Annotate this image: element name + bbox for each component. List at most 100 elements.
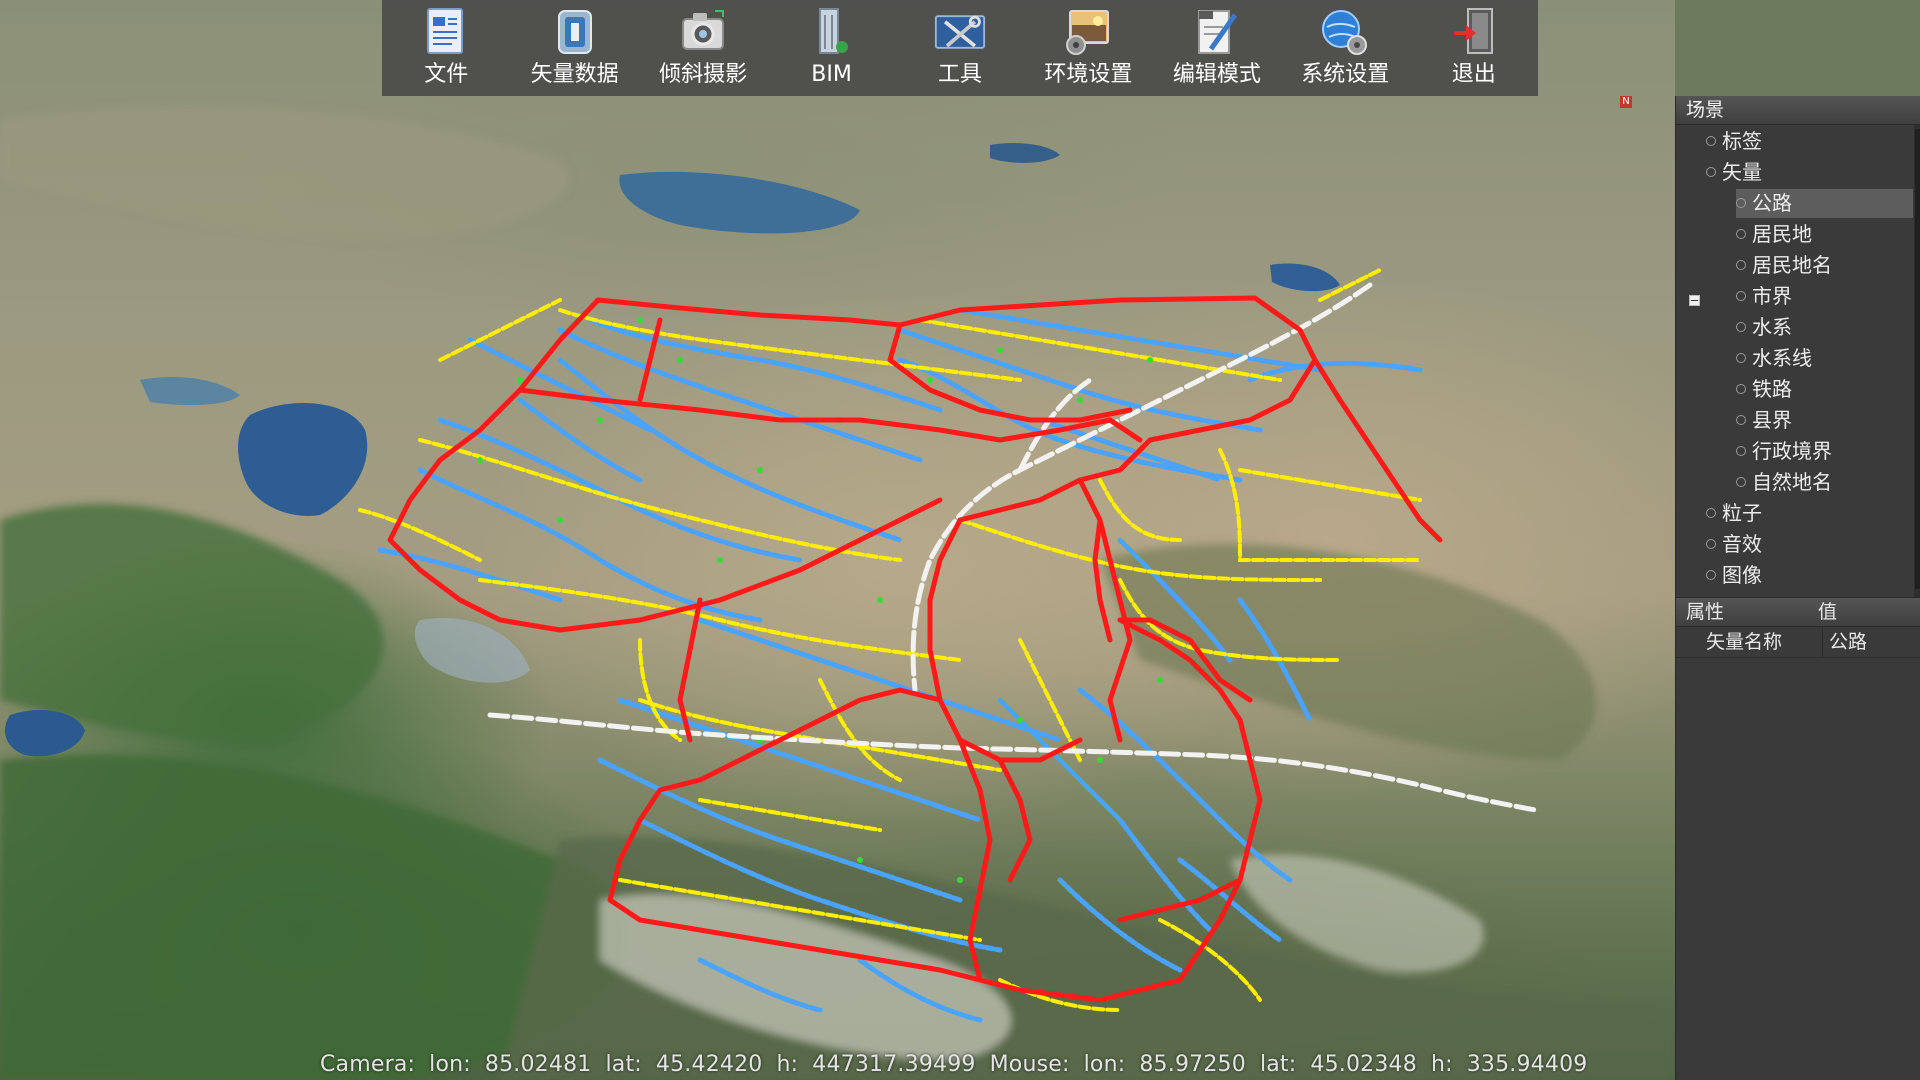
tree-item-label: 行政境界 (1752, 439, 1832, 463)
globe-gear-icon (1319, 6, 1371, 58)
tree-item-label: 公路 (1752, 191, 1792, 215)
mouse-label: Mouse: (989, 1052, 1070, 1077)
tree-item-settlement[interactable]: 居民地 (1736, 220, 1812, 249)
main-toolbar: 文件 矢量数据 倾斜摄影 BIM 工具 环境设置 编辑模式 系统设置 退出 (382, 0, 1538, 96)
tree-item-railway[interactable]: 铁路 (1736, 375, 1792, 404)
mouse-lon-label: lon: (1083, 1052, 1126, 1077)
property-row[interactable]: 矢量名称 公路 (1676, 627, 1920, 658)
toolbar-environment-button[interactable]: 环境设置 (1029, 0, 1147, 96)
tree-item-water-system[interactable]: 水系 (1736, 313, 1792, 342)
edit-icon (1191, 6, 1243, 58)
tree-item-label: 市界 (1752, 284, 1792, 308)
tree-item-label: 水系 (1752, 315, 1792, 339)
tree-item-county-boundary[interactable]: 县界 (1736, 406, 1792, 435)
visibility-icon[interactable] (1736, 445, 1746, 456)
visibility-icon[interactable] (1736, 476, 1746, 487)
scene-tree: 标签 矢量 公路 居民地 居民地名 市界 水系 水系线 铁路 县界 行政境界 自… (1676, 125, 1920, 597)
coordinate-status-bar: Camera: lon: 85.02481 lat: 45.42420 h: 447317.… (320, 1051, 1602, 1079)
properties-header-property: 属性 (1686, 601, 1725, 623)
visibility-icon[interactable] (1736, 228, 1746, 239)
tree-item-label: 居民地名 (1752, 253, 1832, 277)
toolbar-exit-button[interactable]: 退出 (1415, 0, 1533, 96)
properties-header: 属性 值 (1676, 597, 1920, 627)
collapse-toggle-icon[interactable] (1689, 295, 1700, 306)
tree-item-label: 自然地名 (1752, 470, 1832, 494)
mouse-lat-value: 45.02348 (1310, 1052, 1417, 1077)
tree-item-label: 居民地 (1752, 222, 1812, 246)
document-icon (420, 6, 472, 58)
app-window: N 文件 矢量数据 倾斜摄影 BIM 工具 环境设置 编辑模式 系统设置 退出 … (0, 0, 1920, 1080)
visibility-icon[interactable] (1736, 321, 1746, 332)
visibility-icon[interactable] (1706, 135, 1716, 146)
environment-icon (1062, 6, 1114, 58)
visibility-icon[interactable] (1706, 538, 1716, 549)
toolbar-system-settings-label: 系统设置 (1301, 62, 1390, 87)
visibility-icon[interactable] (1736, 383, 1746, 394)
vector-data-icon (549, 6, 601, 58)
tree-item-road[interactable]: 公路 (1736, 189, 1913, 218)
property-value: 公路 (1829, 631, 1868, 653)
visibility-icon[interactable] (1736, 414, 1746, 425)
tree-item-particles[interactable]: 粒子 (1706, 499, 1762, 528)
toolbar-edit-mode-label: 编辑模式 (1172, 62, 1261, 87)
camera-lat-value: 45.42420 (655, 1052, 763, 1077)
tree-scrollbar-thumb[interactable] (1915, 129, 1920, 589)
tree-item-label: 图像 (1722, 563, 1762, 587)
camera-lon-label: lon: (429, 1052, 471, 1077)
scene-panel: 场景 标签 矢量 公路 居民地 居民地名 市界 水系 水系线 铁路 县界 行政境… (1675, 96, 1920, 1080)
toolbar-system-settings-button[interactable]: 系统设置 (1286, 0, 1404, 96)
tree-item-label: 粒子 (1722, 501, 1762, 525)
tree-scrollbar[interactable] (1914, 125, 1920, 597)
properties-header-value: 值 (1818, 601, 1838, 623)
tree-item-sound[interactable]: 音效 (1706, 530, 1762, 559)
tree-item-image[interactable]: 图像 (1706, 561, 1762, 590)
camera-h-value: 447317.39499 (812, 1052, 976, 1077)
map-layer (0, 105, 1675, 1080)
visibility-icon[interactable] (1736, 352, 1746, 363)
tree-item-water-lines[interactable]: 水系线 (1736, 344, 1812, 373)
toolbar-file-label: 文件 (424, 62, 469, 87)
toolbar-environment-label: 环境设置 (1044, 62, 1133, 87)
globe-map-viewport[interactable]: N (0, 0, 1675, 1080)
terrain-shading (0, 105, 1675, 1080)
visibility-icon[interactable] (1736, 197, 1746, 208)
building-icon (806, 6, 858, 58)
visibility-icon[interactable] (1736, 290, 1746, 301)
tree-item-settlement-names[interactable]: 居民地名 (1736, 251, 1832, 280)
settlements-layer (477, 317, 1163, 883)
tree-item-city-boundary[interactable]: 市界 (1736, 282, 1792, 311)
toolbar-oblique-photo-button[interactable]: 倾斜摄影 (644, 0, 762, 96)
toolbar-bim-button[interactable]: BIM (773, 0, 891, 96)
toolbar-tools-label: 工具 (937, 62, 982, 87)
tree-item-label: 铁路 (1752, 377, 1792, 401)
tree-item-natural-place-names[interactable]: 自然地名 (1736, 468, 1832, 497)
toolbar-edit-mode-button[interactable]: 编辑模式 (1158, 0, 1276, 96)
camera-lon-value: 85.02481 (484, 1052, 592, 1077)
tree-item-label: 矢量 (1722, 160, 1762, 184)
toolbar-exit-label: 退出 (1451, 62, 1496, 87)
tree-item-vector[interactable]: 矢量 (1706, 158, 1762, 187)
tree-item-label: 水系线 (1752, 346, 1812, 370)
visibility-icon[interactable] (1706, 166, 1716, 177)
visibility-icon[interactable] (1736, 259, 1746, 270)
mouse-h-value: 335.94409 (1466, 1052, 1588, 1077)
visibility-icon[interactable] (1706, 569, 1716, 580)
compass-n-icon[interactable]: N (1620, 96, 1632, 108)
toolbar-vector-data-button[interactable]: 矢量数据 (516, 0, 634, 96)
toolbar-oblique-photo-label: 倾斜摄影 (659, 62, 748, 87)
tree-item-label: 音效 (1722, 532, 1762, 556)
tree-item-labels[interactable]: 标签 (1706, 127, 1762, 156)
camera-label: Camera: (320, 1052, 416, 1077)
property-name: 矢量名称 (1676, 627, 1823, 657)
camera-lat-label: lat: (605, 1052, 642, 1077)
toolbar-vector-data-label: 矢量数据 (530, 62, 619, 87)
tree-item-admin-boundary[interactable]: 行政境界 (1736, 437, 1832, 466)
toolbar-tools-button[interactable]: 工具 (901, 0, 1019, 96)
tree-item-label: 县界 (1752, 408, 1792, 432)
tools-icon (934, 6, 986, 58)
visibility-icon[interactable] (1706, 507, 1716, 518)
camera-h-label: h: (776, 1052, 799, 1077)
camera-icon (677, 6, 729, 58)
toolbar-file-button[interactable]: 文件 (387, 0, 505, 96)
exit-icon (1448, 6, 1500, 58)
